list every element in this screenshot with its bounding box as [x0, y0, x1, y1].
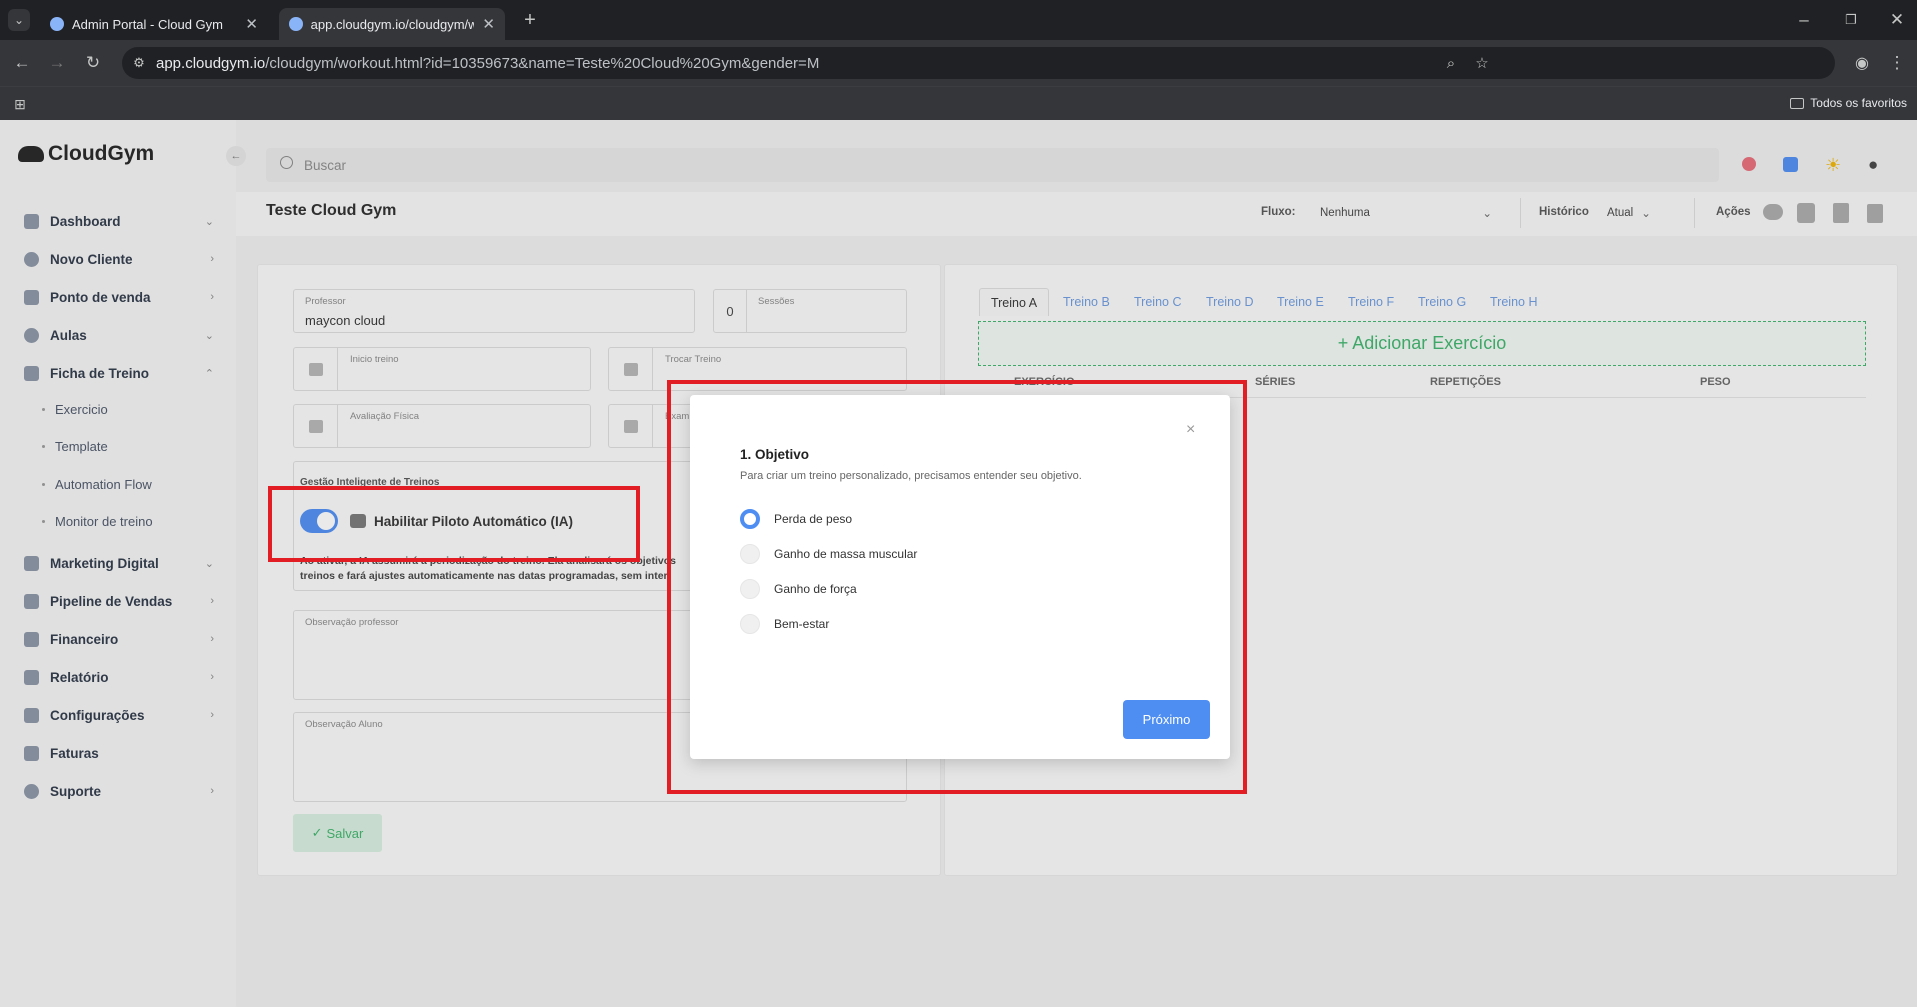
site-info-icon[interactable]: ⚙: [128, 52, 150, 74]
reload-icon[interactable]: ↻: [82, 52, 104, 74]
forward-icon[interactable]: →: [46, 52, 68, 74]
back-icon[interactable]: ←: [11, 52, 33, 74]
address-bar: ← → ↻ ⚙ app.cloudgym.io/cloudgym/workout…: [0, 40, 1917, 86]
cloud-favicon-icon: [289, 17, 303, 31]
tab-list-icon[interactable]: ⌄: [8, 9, 30, 31]
close-window-icon[interactable]: ✕: [1886, 9, 1908, 31]
bookmark-star-icon[interactable]: ☆: [1471, 52, 1493, 74]
url-host: app.cloudgym.io: [156, 54, 266, 72]
highlight-box-autopilot: [268, 486, 640, 562]
restore-icon[interactable]: ❐: [1840, 9, 1862, 31]
new-tab-icon[interactable]: +: [519, 9, 541, 31]
minimize-icon[interactable]: –: [1793, 9, 1815, 31]
browser-tab-bar: ⌄ Admin Portal - Cloud Gym ✕ app.cloudgy…: [0, 0, 1917, 40]
profile-icon[interactable]: ◉: [1851, 52, 1873, 74]
folder-icon: [1790, 97, 1805, 109]
zoom-icon[interactable]: ⌕: [1440, 52, 1462, 74]
browser-tab-workout[interactable]: app.cloudgym.io/cloudgym/wo ✕: [279, 8, 505, 40]
highlight-box-modal: [667, 380, 1247, 794]
browser-tab-admin[interactable]: Admin Portal - Cloud Gym ✕: [40, 8, 268, 40]
menu-dots-icon[interactable]: ⋮: [1886, 52, 1908, 74]
close-tab-icon[interactable]: ✕: [482, 15, 495, 33]
url-field[interactable]: ⚙ app.cloudgym.io/cloudgym/workout.html?…: [122, 47, 1835, 79]
url-path: /cloudgym/workout.html?id=10359673&name=…: [265, 54, 820, 72]
all-bookmarks-folder[interactable]: Todos os favoritos: [1790, 96, 1907, 110]
bookmarks-bar: ⊞ Todos os favoritos: [0, 86, 1917, 120]
close-tab-icon[interactable]: ✕: [245, 15, 258, 33]
cloud-favicon-icon: [50, 17, 64, 31]
apps-grid-icon[interactable]: ⊞: [9, 93, 31, 115]
